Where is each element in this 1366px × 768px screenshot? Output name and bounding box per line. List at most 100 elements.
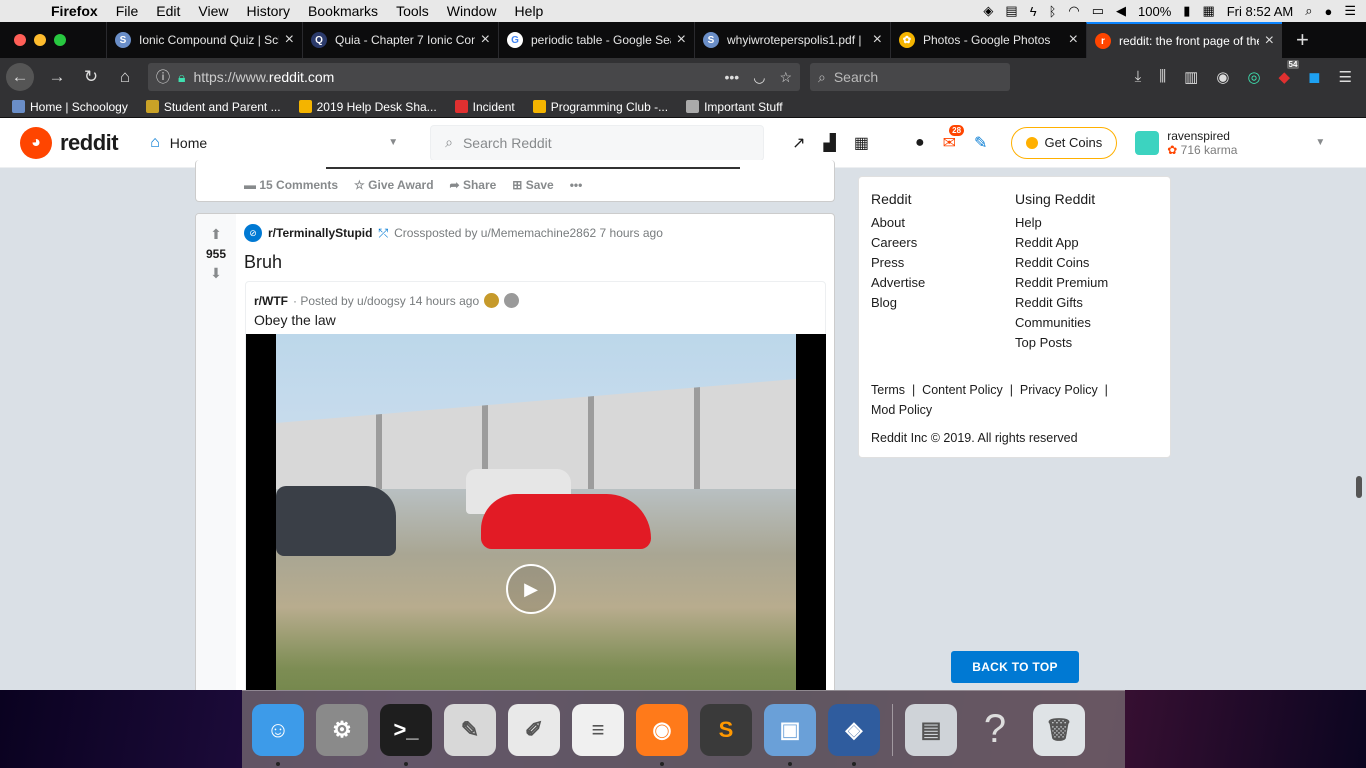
airplay-icon[interactable]: ▭: [1092, 3, 1104, 19]
sublime-text-icon[interactable]: S: [700, 703, 752, 756]
crosspost-meta[interactable]: Crossposted by u/Mememachine2862 7 hours…: [394, 226, 663, 240]
upvote-icon[interactable]: ⬆: [210, 226, 222, 243]
firefox-icon[interactable]: ◉: [636, 703, 688, 766]
finder-icon[interactable]: ☺: [252, 703, 304, 766]
browser-tab[interactable]: Swhyiwroteperspolis1.pdf | ×: [694, 22, 890, 58]
script-editor-icon[interactable]: ✎: [444, 703, 496, 756]
browser-tab[interactable]: r reddit: the front page of the ×: [1086, 22, 1282, 58]
bookmark-item[interactable]: Important Stuff: [686, 100, 783, 114]
address-bar[interactable]: ⓘ 🔒︎ https://www.reddit.com ••• ◡ ☆: [148, 63, 800, 91]
reddit-search-input[interactable]: ⌕ Search Reddit: [430, 124, 765, 161]
system-preferences-icon[interactable]: ⚙: [316, 703, 368, 756]
scrollbar-thumb[interactable]: [1356, 476, 1362, 498]
menu-file[interactable]: File: [107, 3, 148, 19]
status-cube-icon[interactable]: ◈: [983, 3, 993, 19]
post-card[interactable]: ⬆ 955 ⬇ ⊘ r/TerminallyStupid ⤱ Crosspost…: [195, 213, 835, 703]
footer-link-reddit-app[interactable]: Reddit App: [1015, 236, 1108, 250]
footer-link-reddit-premium[interactable]: Reddit Premium: [1015, 276, 1108, 290]
original-title[interactable]: Obey the law: [254, 312, 336, 328]
footer-link-terms[interactable]: Terms: [871, 383, 905, 397]
textedit-icon[interactable]: ✐: [508, 703, 560, 756]
spotlight-search-icon[interactable]: ⌕: [1305, 3, 1312, 19]
preview-icon[interactable]: ▣: [764, 703, 816, 766]
footer-link-mod-policy[interactable]: Mod Policy: [871, 403, 932, 417]
zoom-window-button[interactable]: [54, 34, 66, 46]
close-tab-icon[interactable]: ×: [285, 31, 294, 49]
back-button[interactable]: ←: [6, 63, 34, 91]
footer-link-content-policy[interactable]: Content Policy: [922, 383, 1003, 397]
footer-link-about[interactable]: About: [871, 216, 925, 230]
subreddit-link[interactable]: r/TerminallyStupid: [268, 226, 372, 240]
menu-help[interactable]: Help: [506, 3, 553, 19]
open-menu-icon[interactable]: ☰: [1339, 68, 1352, 86]
close-tab-icon[interactable]: ×: [873, 31, 882, 49]
wifi-icon[interactable]: ◠: [1068, 3, 1079, 19]
post-card-previous[interactable]: ▬ 15 Comments ☆ Give Award ➦ Share ⊞ Sav…: [195, 160, 835, 202]
bookmark-star-icon[interactable]: ☆: [779, 69, 792, 86]
battery-icon[interactable]: ▮: [1183, 3, 1190, 19]
footer-link-blog[interactable]: Blog: [871, 296, 925, 310]
menu-history[interactable]: History: [237, 3, 299, 19]
footer-link-help[interactable]: Help: [1015, 216, 1108, 230]
url-text[interactable]: https://www.reddit.com: [193, 69, 334, 85]
home-button[interactable]: ⌂: [108, 67, 142, 87]
bookmark-item[interactable]: Student and Parent ...: [145, 100, 281, 114]
extension-blue-icon[interactable]: ◼: [1308, 68, 1320, 86]
communities-icon[interactable]: ▦: [854, 133, 869, 153]
browser-tab[interactable]: S Ionic Compound Quiz | Sch ×: [106, 22, 302, 58]
close-tab-icon[interactable]: ×: [677, 31, 686, 49]
extension-us-icon[interactable]: ◎: [1247, 68, 1260, 86]
browser-tab[interactable]: Gperiodic table - Google Sea ×: [498, 22, 694, 58]
menu-tools[interactable]: Tools: [387, 3, 438, 19]
browser-tab[interactable]: Q Quia - Chapter 7 Ionic Com ×: [302, 22, 498, 58]
crosspost-original[interactable]: r/WTF · Posted by u/doogsy 14 hours ago …: [245, 281, 826, 702]
footer-link-privacy-policy[interactable]: Privacy Policy: [1020, 383, 1098, 397]
forward-button[interactable]: →: [40, 67, 74, 87]
footer-link-reddit-gifts[interactable]: Reddit Gifts: [1015, 296, 1108, 310]
original-posted-by[interactable]: · Posted by u/doogsy 14 hours ago: [293, 294, 479, 308]
popular-trending-icon[interactable]: ↗: [792, 133, 805, 153]
footer-link-careers[interactable]: Careers: [871, 236, 925, 250]
footer-link-communities[interactable]: Communities: [1015, 316, 1108, 330]
close-window-button[interactable]: [14, 34, 26, 46]
page-actions-icon[interactable]: •••: [725, 69, 740, 86]
bookmark-item[interactable]: Incident: [454, 100, 515, 114]
site-info-icon[interactable]: ⓘ: [156, 67, 170, 87]
get-coins-button[interactable]: Get Coins: [1011, 126, 1118, 159]
feed-selector[interactable]: ⌂ Home ▼: [150, 134, 398, 152]
comments-button[interactable]: ▬ 15 Comments: [244, 178, 338, 192]
footer-link-advertise[interactable]: Advertise: [871, 276, 925, 290]
account-icon[interactable]: ◉: [1216, 68, 1229, 86]
extension-ublock-icon[interactable]: ◆ 54: [1279, 60, 1300, 86]
input-flag-icon[interactable]: ▦: [1202, 3, 1214, 19]
footer-link-reddit-coins[interactable]: Reddit Coins: [1015, 256, 1108, 270]
chat-icon[interactable]: ●: [915, 134, 925, 152]
user-dropdown[interactable]: ravenspired ✿ 716 karma ▼: [1135, 129, 1325, 157]
new-tab-button[interactable]: +: [1282, 27, 1323, 53]
terminal-icon[interactable]: >_: [380, 703, 432, 766]
post-title[interactable]: Bruh: [244, 252, 282, 273]
close-tab-icon[interactable]: ×: [1265, 32, 1274, 50]
search-bar[interactable]: ⌕ Search: [810, 63, 1010, 91]
bookmark-item[interactable]: Home | Schoology: [12, 100, 128, 114]
subreddit-icon[interactable]: ⊘: [244, 224, 262, 242]
original-subreddit-link[interactable]: r/WTF: [254, 294, 288, 308]
notes-icon[interactable]: ≡: [572, 703, 624, 756]
menu-window[interactable]: Window: [438, 3, 506, 19]
footer-link-press[interactable]: Press: [871, 256, 925, 270]
menu-edit[interactable]: Edit: [147, 3, 189, 19]
play-icon[interactable]: ▶: [506, 564, 556, 614]
close-tab-icon[interactable]: ×: [481, 31, 490, 49]
trash-icon[interactable]: 🗑: [1033, 703, 1085, 756]
battery-percent[interactable]: 100%: [1138, 4, 1171, 19]
lock-icon[interactable]: 🔒︎: [178, 69, 185, 86]
clock[interactable]: Fri 8:52 AM: [1227, 4, 1293, 19]
notification-center-icon[interactable]: ☰: [1344, 3, 1356, 19]
browser-tab[interactable]: ✿ Photos - Google Photos ×: [890, 22, 1086, 58]
video-player[interactable]: ▶: [246, 334, 826, 702]
documents-icon[interactable]: ▤: [905, 703, 957, 756]
create-post-icon[interactable]: ✎: [974, 133, 987, 153]
downvote-icon[interactable]: ⬇: [210, 265, 222, 282]
bookmark-item[interactable]: Programming Club -...: [532, 100, 668, 114]
give-award-button[interactable]: ☆ Give Award: [354, 178, 433, 192]
